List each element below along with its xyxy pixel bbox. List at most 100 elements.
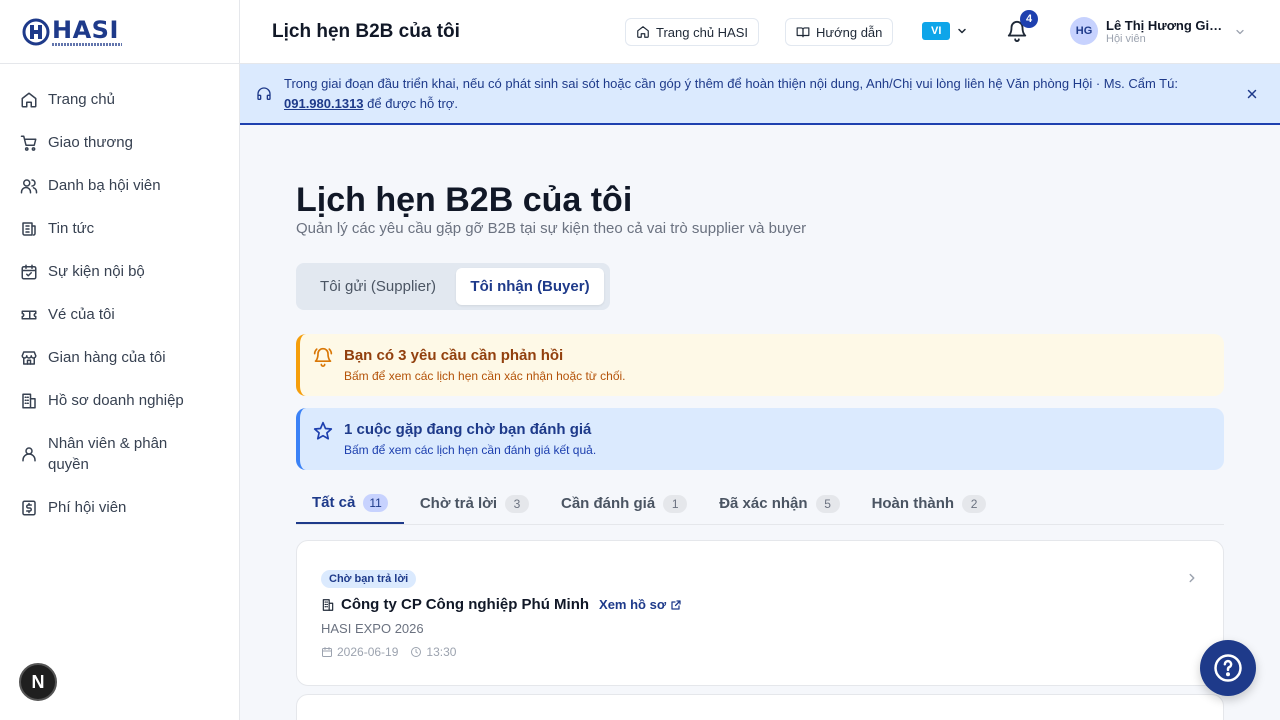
cart-icon — [20, 135, 37, 151]
pending-review-alert[interactable]: 1 cuộc gặp đang chờ bạn đánh giá Bấm để … — [296, 408, 1224, 470]
sidebar-nav: Trang chủ Giao thương Danh bạ hội viên T… — [0, 64, 239, 529]
star-icon — [313, 421, 333, 440]
appointment-card[interactable]: Chờ bạn trả lời Công ty CP Công nghiệp P… — [296, 540, 1224, 686]
segment-buyer[interactable]: Tôi nhận (Buyer) — [456, 268, 604, 305]
external-link-icon — [671, 599, 681, 610]
guide-button[interactable]: Hướng dẫn — [785, 18, 894, 46]
users-icon — [20, 178, 38, 193]
sidebar-item-label: Sự kiện nội bộ — [48, 263, 145, 280]
sidebar-item-tickets[interactable]: Vé của tôi — [0, 293, 239, 336]
tab-all[interactable]: Tất cả 11 — [296, 483, 404, 524]
alert-title: Bạn có 3 yêu cầu cần phản hồi — [344, 347, 564, 364]
sidebar-item-label: Trang chủ — [48, 91, 115, 108]
notice-text-before: Trong giai đoạn đầu triển khai, nếu có p… — [284, 76, 1178, 91]
sidebar-item-label: Danh bạ hội viên — [48, 177, 161, 194]
building-icon — [22, 393, 36, 408]
tab-count: 1 — [663, 494, 688, 513]
badge-letter: N — [31, 671, 45, 692]
appointment-time: 13:30 — [426, 645, 457, 659]
user-role: Hội viên — [1106, 32, 1146, 45]
close-icon[interactable] — [1246, 88, 1258, 100]
chevron-right-icon[interactable] — [1185, 571, 1199, 585]
help-icon — [1214, 654, 1242, 682]
alert-description: Bấm để xem các lịch hẹn cần đánh giá kết… — [344, 443, 597, 457]
sidebar-item-events[interactable]: Sự kiện nội bộ — [0, 250, 239, 293]
role-segmented-control: Tôi gửi (Supplier) Tôi nhận (Buyer) — [296, 263, 610, 310]
user-icon — [22, 447, 36, 462]
language-pill: VI — [922, 22, 951, 40]
tab-label: Chờ trả lời — [419, 495, 497, 512]
tab-count: 5 — [815, 494, 840, 513]
guide-label: Hướng dẫn — [816, 24, 883, 40]
support-notice: Trong giai đoạn đầu triển khai, nếu có p… — [240, 64, 1280, 125]
appointment-card[interactable] — [296, 694, 1224, 720]
sidebar-item-label: Nhân viên & phân quyền — [48, 435, 168, 473]
event-name: HASI EXPO 2026 — [321, 621, 424, 636]
tab-count: 3 — [505, 494, 529, 513]
page-subtitle: Quản lý các yêu cầu gặp gỡ B2B tại sự ki… — [296, 220, 807, 237]
sidebar-item-trade[interactable]: Giao thương — [0, 121, 239, 164]
sidebar-item-label: Tin tức — [48, 220, 95, 237]
help-button[interactable] — [1200, 640, 1256, 696]
sidebar-item-booth[interactable]: Gian hàng của tôi — [0, 336, 239, 379]
ticket-icon — [21, 310, 37, 319]
sidebar-item-staff[interactable]: Nhân viên & phân quyền — [0, 422, 239, 486]
news-icon — [22, 221, 36, 236]
company-name: Công ty CP Công nghiệp Phú Minh — [341, 596, 590, 613]
sidebar-item-company-profile[interactable]: Hồ sơ doanh nghiệp — [0, 379, 239, 422]
view-profile-link[interactable]: Xem hồ sơ — [599, 597, 682, 612]
tab-count: 11 — [363, 493, 388, 512]
notification-count: 4 — [1020, 10, 1038, 28]
user-menu[interactable]: HG Lê Thị Hương Giang Hội viên — [1070, 17, 1224, 45]
tab-label: Cần đánh giá — [561, 495, 656, 512]
sidebar-item-label: Hồ sơ doanh nghiệp — [48, 392, 184, 409]
sidebar-item-label: Phí hội viên — [48, 499, 127, 516]
tab-needs-review[interactable]: Cần đánh giá 1 — [545, 483, 703, 524]
framework-badge[interactable]: N — [19, 663, 57, 701]
pending-response-alert[interactable]: Bạn có 3 yêu cầu cần phản hồi Bấm để xem… — [296, 334, 1224, 396]
language-selector[interactable]: VI — [922, 22, 968, 40]
tab-label: Hoàn thành — [871, 495, 955, 512]
calendar-check-icon — [21, 264, 37, 279]
tab-completed[interactable]: Hoàn thành 2 — [856, 483, 1003, 524]
appointment-date: 2026-06-19 — [337, 645, 399, 659]
logo-name: HASI — [52, 15, 119, 44]
app: HASI Trang chủ Giao thương Danh bạ hội v… — [0, 0, 1280, 720]
tab-awaiting-reply[interactable]: Chờ trả lời 3 — [404, 483, 545, 524]
sidebar-item-label: Giao thương — [48, 134, 133, 151]
sidebar-item-home[interactable]: Trang chủ — [0, 78, 239, 121]
headset-icon — [257, 87, 271, 100]
hasi-logo-icon — [22, 18, 50, 45]
sidebar-item-label: Vé của tôi — [48, 306, 115, 323]
top-header: Lịch hẹn B2B của tôi Trang chủ HASI Hướn… — [240, 0, 1280, 64]
building-icon — [322, 598, 334, 611]
avatar: HG — [1070, 17, 1098, 45]
book-icon — [796, 27, 810, 38]
page-title: Lịch hẹn B2B của tôi — [296, 181, 633, 219]
calendar-icon — [322, 647, 332, 657]
view-profile-label: Xem hồ sơ — [599, 597, 667, 612]
header-title: Lịch hẹn B2B của tôi — [272, 20, 460, 42]
notice-phone-link[interactable]: 091.980.1313 — [284, 96, 364, 111]
user-name: Lê Thị Hương Giang — [1106, 17, 1224, 33]
sidebar-item-news[interactable]: Tin tức — [0, 207, 239, 250]
sidebar-item-members[interactable]: Danh bạ hội viên — [0, 164, 239, 207]
sidebar-item-fees[interactable]: Phí hội viên — [0, 486, 239, 529]
home-icon — [637, 26, 649, 38]
chevron-down-icon[interactable] — [1234, 26, 1246, 38]
home-hasi-label: Trang chủ HASI — [656, 24, 749, 40]
alert-description: Bấm để xem các lịch hẹn cần xác nhận hoặ… — [344, 369, 626, 383]
appointment-meta: 2026-06-19 13:30 — [321, 645, 456, 659]
tab-confirmed[interactable]: Đã xác nhận 5 — [703, 483, 855, 524]
sidebar: HASI Trang chủ Giao thương Danh bạ hội v… — [0, 0, 240, 720]
status-tabs: Tất cả 11 Chờ trả lời 3 Cần đánh giá 1 Đ… — [296, 483, 1224, 525]
hasi-logo[interactable]: HASI — [22, 18, 122, 46]
segment-supplier[interactable]: Tôi gửi (Supplier) — [300, 268, 456, 305]
status-badge: Chờ bạn trả lời — [321, 570, 417, 588]
notice-text: Trong giai đoạn đầu triển khai, nếu có p… — [284, 74, 1224, 114]
clock-icon — [411, 647, 422, 657]
home-icon — [21, 92, 37, 107]
home-hasi-button[interactable]: Trang chủ HASI — [625, 18, 760, 46]
tab-label: Tất cả — [312, 494, 356, 511]
store-icon — [21, 350, 37, 365]
